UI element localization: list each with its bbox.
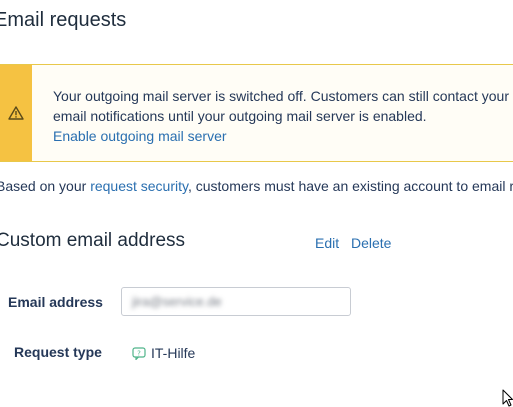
email-address-label: Email address	[8, 294, 103, 310]
security-suffix: , customers must have an existing accoun…	[187, 178, 513, 194]
svg-text:?: ?	[137, 349, 141, 357]
request-security-note: Based on your request security, customer…	[0, 178, 513, 194]
email-address-field[interactable]: jira@service.de	[121, 287, 351, 316]
warning-strip	[0, 65, 32, 161]
outgoing-mail-warning-banner: Your outgoing mail server is switched of…	[0, 64, 513, 162]
warning-line-2: email notifications until your outgoing …	[53, 108, 427, 124]
warning-triangle-icon	[8, 106, 24, 120]
custom-email-title: Custom email address	[0, 230, 186, 251]
request-type-label: Request type	[14, 344, 102, 360]
request-type-value-group: ? IT-Hilfe	[132, 345, 195, 361]
help-question-icon: ?	[132, 346, 151, 360]
edit-button[interactable]: Edit	[315, 235, 339, 251]
email-requests-page: Email requests Your outgoing mail server…	[0, 0, 513, 407]
page-title: Email requests	[0, 9, 127, 31]
email-address-value: jira@service.de	[132, 294, 222, 309]
enable-outgoing-mail-link[interactable]: Enable outgoing mail server	[53, 126, 509, 146]
warning-line-1: Your outgoing mail server is switched of…	[53, 88, 509, 104]
security-prefix: Based on your	[0, 178, 87, 194]
mouse-pointer-icon	[502, 389, 513, 407]
warning-message: Your outgoing mail server is switched of…	[53, 86, 509, 146]
request-type-value: IT-Hilfe	[151, 345, 196, 361]
request-security-link[interactable]: request security	[90, 178, 188, 194]
delete-button[interactable]: Delete	[351, 235, 391, 251]
